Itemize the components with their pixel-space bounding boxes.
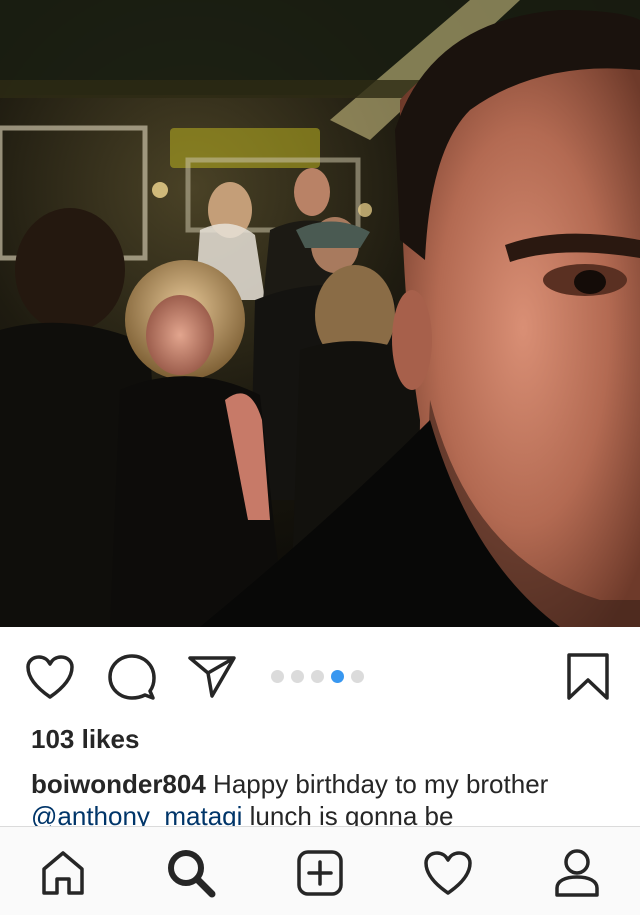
caption-mention-link[interactable]: @anthony_mataqi [31, 801, 242, 826]
caption-text: Happy birthday to my brother [205, 769, 549, 799]
profile-icon [555, 849, 599, 897]
carousel-indicator [271, 669, 364, 683]
instagram-post-screen: 103 likes boiwonder804 Happy birthday to… [0, 0, 640, 915]
tab-profile[interactable] [549, 845, 605, 901]
post-action-bar [0, 627, 640, 723]
likes-count[interactable]: 103 likes [31, 723, 139, 755]
bookmark-outline-icon [567, 653, 609, 700]
paper-plane-icon [188, 656, 236, 698]
bottom-tab-bar [0, 826, 640, 915]
activity-heart-icon [424, 851, 472, 895]
new-post-icon [297, 850, 343, 896]
carousel-dot [271, 669, 284, 683]
home-icon [42, 851, 84, 895]
search-icon [168, 850, 216, 898]
speech-bubble-icon [108, 654, 156, 700]
tab-activity[interactable] [420, 845, 476, 901]
carousel-dot-active [331, 669, 344, 683]
save-button[interactable] [562, 651, 614, 703]
share-button[interactable] [186, 651, 238, 703]
heart-outline-icon [26, 655, 74, 699]
caption-text-continued: lunch is gonna be [242, 801, 454, 826]
carousel-dot [351, 669, 364, 683]
post-photo[interactable] [0, 0, 640, 627]
caption-username[interactable]: boiwonder804 [31, 769, 206, 799]
tab-search[interactable] [163, 845, 219, 901]
post-caption: boiwonder804 Happy birthday to my brothe… [31, 768, 621, 826]
carousel-dot [311, 669, 324, 683]
party-selfie-image [0, 0, 640, 627]
like-button[interactable] [24, 651, 76, 703]
carousel-dot [291, 669, 304, 683]
comment-button[interactable] [106, 651, 158, 703]
tab-home[interactable] [35, 845, 91, 901]
tab-new-post[interactable] [292, 845, 348, 901]
